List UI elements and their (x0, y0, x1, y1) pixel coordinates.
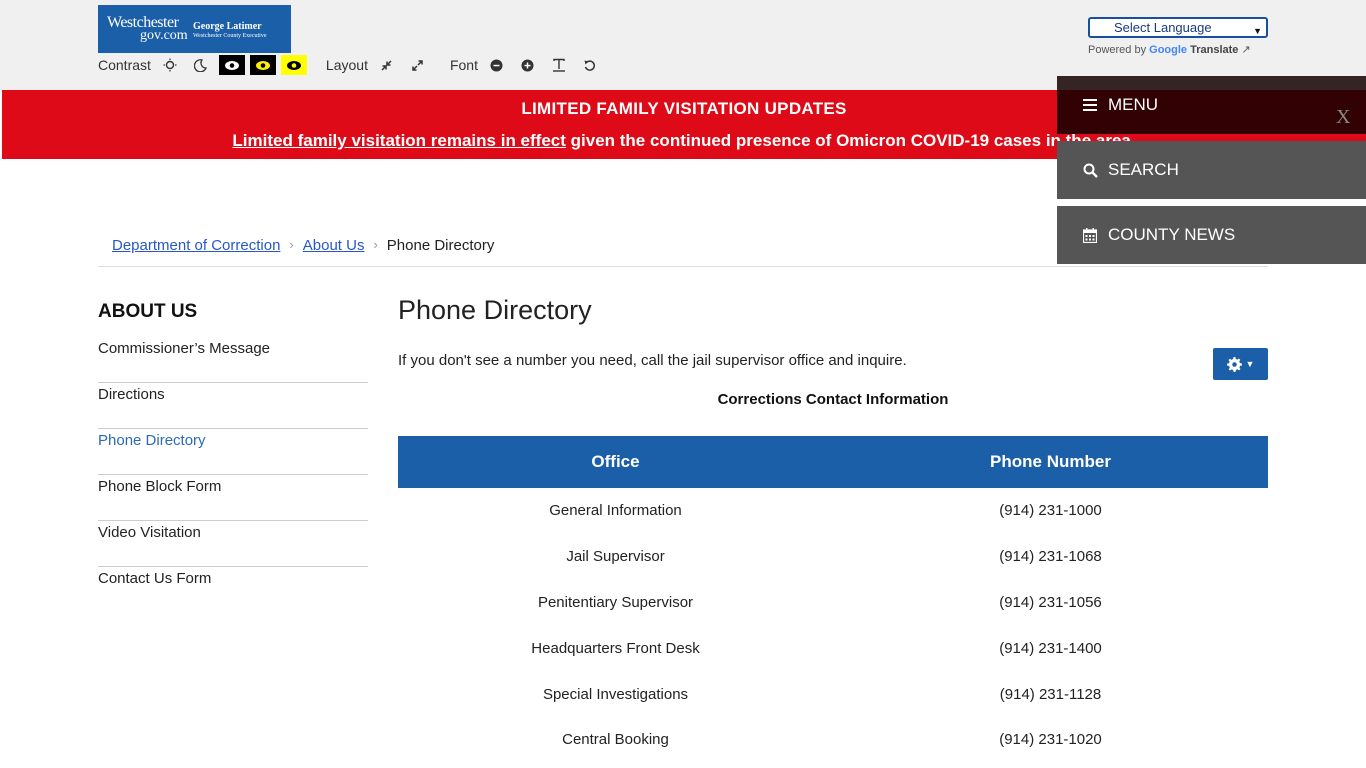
font-increase-plus-icon[interactable] (515, 55, 541, 75)
table-row: Central Booking (914) 231-1020 (398, 717, 1268, 763)
dark-mode-moon-icon[interactable] (188, 55, 214, 75)
column-header-office: Office (398, 436, 833, 488)
contrast-label: Contrast (98, 57, 151, 73)
chevron-right-icon: › (373, 237, 378, 252)
font-decrease-minus-icon[interactable] (484, 55, 510, 75)
logo-exec-name: George Latimer (193, 21, 262, 32)
google-translate-attribution: Powered by Google Translate ↗ (1088, 43, 1251, 56)
sidebar-item-phone-block-form[interactable]: Phone Block Form (98, 475, 368, 521)
phone-number-cell[interactable]: (914) 231-1400 (833, 625, 1268, 671)
logo-exec-title: Westchester County Executive (193, 33, 267, 39)
office-cell: General Information (549, 502, 682, 520)
slide-menu-panel: MENU SEARCH COUNTY NEWS (1057, 76, 1366, 264)
logo-line2: gov.com (140, 28, 188, 43)
high-contrast-white-eye-icon[interactable] (218, 55, 245, 75)
intro-text: If you don't see a number you need, call… (398, 352, 907, 369)
office-cell: Penitentiary Supervisor (537, 593, 694, 611)
font-label: Font (449, 57, 478, 73)
close-menu-button[interactable]: X (1336, 106, 1350, 129)
phone-number-cell[interactable]: (914) 231-1068 (833, 534, 1268, 580)
table-row: Penitentiary Supervisor (914) 231-1056 (398, 580, 1268, 626)
external-link-icon: ↗ (1241, 44, 1251, 56)
office-cell: Headquarters Front Desk (531, 639, 700, 657)
table-row: Special Investigations (914) 231-1128 (398, 671, 1268, 717)
table-row: General Information (914) 231-1000 (398, 488, 1268, 534)
gear-icon (1226, 356, 1242, 372)
layout-label: Layout (325, 57, 368, 73)
search-button[interactable]: SEARCH (1057, 141, 1366, 199)
compress-layout-icon[interactable] (374, 55, 400, 75)
sidebar-item-phone-directory[interactable]: Phone Directory (98, 429, 368, 475)
font-style-text-icon[interactable] (546, 55, 572, 75)
page-tools-dropdown-button[interactable]: ▼ (1213, 348, 1268, 380)
table-caption: Corrections Contact Information (717, 391, 949, 408)
office-cell: Special Investigations (542, 685, 689, 703)
reset-undo-icon[interactable] (577, 55, 603, 75)
sidebar-item-video-visitation[interactable]: Video Visitation (98, 521, 368, 567)
breadcrumb-department-of-correction[interactable]: Department of Correction (112, 237, 280, 254)
breadcrumb-about-us[interactable]: About Us (303, 237, 365, 254)
phone-number-cell[interactable]: (914) 231-1056 (833, 580, 1268, 626)
table-row: Jail Supervisor (914) 231-1068 (398, 534, 1268, 580)
phone-number-cell[interactable]: (914) 231-1128 (833, 671, 1268, 717)
visitation-alert-link[interactable]: Limited family visitation remains in eff… (232, 131, 565, 150)
menu-button[interactable]: MENU (1057, 76, 1366, 134)
language-select-value: Select Language (1114, 20, 1212, 35)
powered-by-text: Powered by (1088, 44, 1147, 56)
high-contrast-yellow-eye-icon[interactable] (249, 55, 276, 75)
caret-down-icon: ▼ (1245, 359, 1255, 369)
menu-label: MENU (1108, 95, 1159, 114)
alert-message-rest: given the continued presence of Omicron … (565, 131, 1136, 150)
phone-directory-table: Office Phone Number General Information … (398, 436, 1268, 763)
chevron-right-icon: › (289, 237, 294, 252)
search-label: SEARCH (1108, 160, 1179, 179)
language-select[interactable]: Select Language ▼ (1088, 17, 1268, 38)
page-title: Phone Directory (398, 295, 592, 325)
expand-layout-icon[interactable] (405, 55, 431, 75)
sidebar-heading: ABOUT US (98, 301, 198, 322)
sidebar-item-contact-us-form[interactable]: Contact Us Form (98, 567, 368, 613)
office-cell: Jail Supervisor (566, 548, 665, 566)
breadcrumb-current-page: Phone Directory (386, 237, 495, 254)
google-wordmark[interactable]: Google (1149, 44, 1187, 56)
table-row: Headquarters Front Desk (914) 231-1400 (398, 625, 1268, 671)
chevron-down-icon: ▼ (1253, 26, 1262, 36)
main-content: Phone Directory If you don't see a numbe… (398, 295, 1268, 748)
table-header-row: Office Phone Number (398, 436, 1268, 488)
hamburger-icon (1083, 99, 1099, 111)
search-icon (1083, 163, 1099, 178)
accessibility-toolbar: Contrast Layout Font (98, 54, 608, 76)
breadcrumb: Department of Correction › About Us › Ph… (98, 237, 1268, 267)
office-cell: Central Booking (562, 731, 669, 749)
sidebar: ABOUT US Commissioner’s Message Directio… (98, 301, 368, 613)
light-mode-sun-icon[interactable] (157, 55, 183, 75)
column-header-phone-number: Phone Number (833, 436, 1268, 488)
translate-link[interactable]: Translate (1190, 44, 1238, 56)
yellow-background-eye-icon[interactable] (280, 55, 307, 75)
sidebar-item-commissioners-message[interactable]: Commissioner’s Message (98, 337, 368, 383)
county-logo[interactable]: Westchester gov.com George Latimer Westc… (98, 5, 291, 53)
phone-number-cell[interactable]: (914) 231-1000 (833, 488, 1268, 534)
phone-number-cell[interactable]: (914) 231-1020 (833, 717, 1268, 763)
sidebar-item-directions[interactable]: Directions (98, 383, 368, 429)
